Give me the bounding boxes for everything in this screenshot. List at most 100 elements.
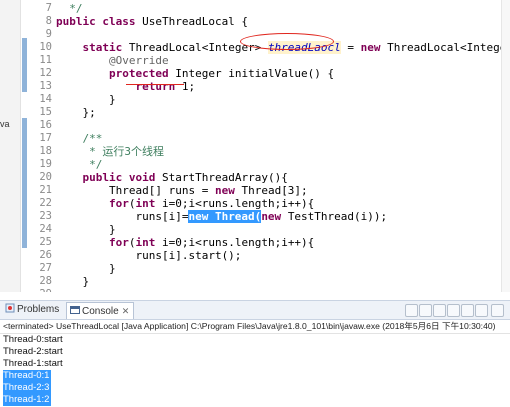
code-token: 1;	[181, 80, 196, 93]
remove-all-button[interactable]	[433, 304, 446, 317]
code-line: runs[i].start();	[56, 249, 241, 262]
field-highlight-ellipse	[240, 33, 334, 50]
code-token: int	[135, 197, 162, 210]
console-line: Thread-0:start	[3, 334, 63, 345]
change-ruler	[21, 0, 29, 292]
code-line: }	[56, 223, 116, 236]
console-line: Thread-0:1	[3, 370, 52, 382]
console-line: Thread-2:3	[3, 382, 52, 394]
code-token: };	[56, 106, 96, 119]
code-line: @Override	[56, 54, 169, 67]
code-token: }	[56, 275, 90, 288]
line-number: 10	[39, 41, 52, 53]
code-token: runs[i]=	[56, 210, 189, 223]
code-token: new	[214, 184, 242, 197]
line-number: 18	[39, 145, 52, 157]
code-token: new Thread(	[188, 210, 262, 223]
bottom-panel-tabs: Problems Console ✕	[0, 300, 510, 320]
code-token: i=0;i<runs.length;i++){	[161, 236, 315, 249]
tab-console-label: Console	[82, 306, 119, 317]
line-number: 22	[39, 197, 52, 209]
line-number: 12	[39, 67, 52, 79]
code-token: int	[135, 236, 162, 249]
code-line: */	[56, 2, 83, 15]
line-number: 17	[39, 132, 52, 144]
change-mark	[22, 118, 27, 248]
code-line: /**	[56, 132, 102, 145]
tab-problems[interactable]: Problems	[2, 302, 63, 318]
terminate-button[interactable]	[405, 304, 418, 317]
code-token: * 运行3个线程	[56, 145, 164, 158]
code-token: for	[108, 197, 129, 210]
code-line: return 1;	[56, 80, 195, 93]
scroll-lock-button[interactable]	[461, 304, 474, 317]
tab-problems-label: Problems	[17, 304, 60, 315]
code-line: };	[56, 106, 96, 119]
code-token: ThreadLocal<Integer>(){	[387, 41, 510, 54]
close-icon[interactable]: ✕	[122, 306, 130, 316]
line-number: 15	[39, 106, 52, 118]
code-line: }	[56, 275, 89, 288]
code-line: }	[56, 93, 116, 106]
code-token: new	[261, 210, 288, 223]
code-token: */	[56, 158, 103, 171]
pin-console-button[interactable]	[475, 304, 488, 317]
line-number: 7	[45, 2, 52, 14]
console-output[interactable]: Thread-0:start Thread-2:start Thread-1:sta…	[0, 334, 510, 407]
console-icon	[70, 305, 80, 315]
clear-console-button[interactable]	[447, 304, 460, 317]
display-console-button[interactable]	[491, 304, 504, 317]
code-line: Thread[] runs = new Thread[3];	[56, 184, 308, 197]
code-line: * 运行3个线程	[56, 145, 164, 158]
code-token: =	[340, 41, 361, 54]
code-token: public class	[56, 15, 143, 28]
code-line: public void StartThreadArray(){	[56, 171, 288, 184]
console-line: Thread-2:start	[3, 346, 63, 357]
code-line: }	[56, 262, 116, 275]
code-line: public class UseThreadLocal {	[56, 15, 248, 28]
code-token: protected	[108, 67, 176, 80]
package-explorer-edge: va	[0, 0, 21, 292]
code-line: for(int i=0;i<runs.length;i++){	[56, 236, 314, 249]
code-token: new	[360, 41, 388, 54]
code-token: i=0;i<runs.length;i++){	[161, 197, 315, 210]
code-token: }	[56, 262, 116, 275]
console-line: Thread-1:start	[3, 358, 63, 369]
line-number: 8	[45, 15, 52, 27]
console-line: Thread-1:2	[3, 394, 52, 406]
line-number: 14	[39, 93, 52, 105]
line-number: 29	[39, 288, 52, 292]
line-number: 26	[39, 249, 52, 261]
code-line: protected Integer initialValue() {	[56, 67, 334, 80]
console-status: <terminated> UseThreadLocal [Java Applic…	[0, 319, 510, 334]
line-number: 20	[39, 171, 52, 183]
code-line: */	[56, 158, 102, 171]
line-number: 13	[39, 80, 52, 92]
code-editor[interactable]: va 7 8 9 10 11 12 13 14 15 16 17 18 19 20 21 22 23 24 25 26…	[0, 0, 510, 292]
tab-console[interactable]: Console ✕	[66, 302, 135, 319]
overview-ruler	[501, 0, 510, 292]
code-token: */	[56, 2, 83, 15]
code-line: runs[i]=new Thread(new TestThread(i));	[56, 210, 387, 223]
code-token: for	[108, 236, 129, 249]
line-number: 25	[39, 236, 52, 248]
line-number: 27	[39, 262, 52, 274]
code-token: runs[i].start();	[56, 249, 242, 262]
line-number: 19	[39, 158, 52, 170]
remove-launch-button[interactable]	[419, 304, 432, 317]
code-token: Integer initialValue() {	[175, 67, 335, 80]
code-token: public void	[82, 171, 162, 184]
code-token: return	[135, 80, 182, 93]
line-number: 16	[39, 119, 52, 131]
code-token: /**	[56, 132, 103, 145]
line-number: 24	[39, 223, 52, 235]
code-token: Thread[3];	[241, 184, 308, 197]
problems-icon	[5, 303, 15, 313]
line-number: 11	[39, 54, 52, 66]
